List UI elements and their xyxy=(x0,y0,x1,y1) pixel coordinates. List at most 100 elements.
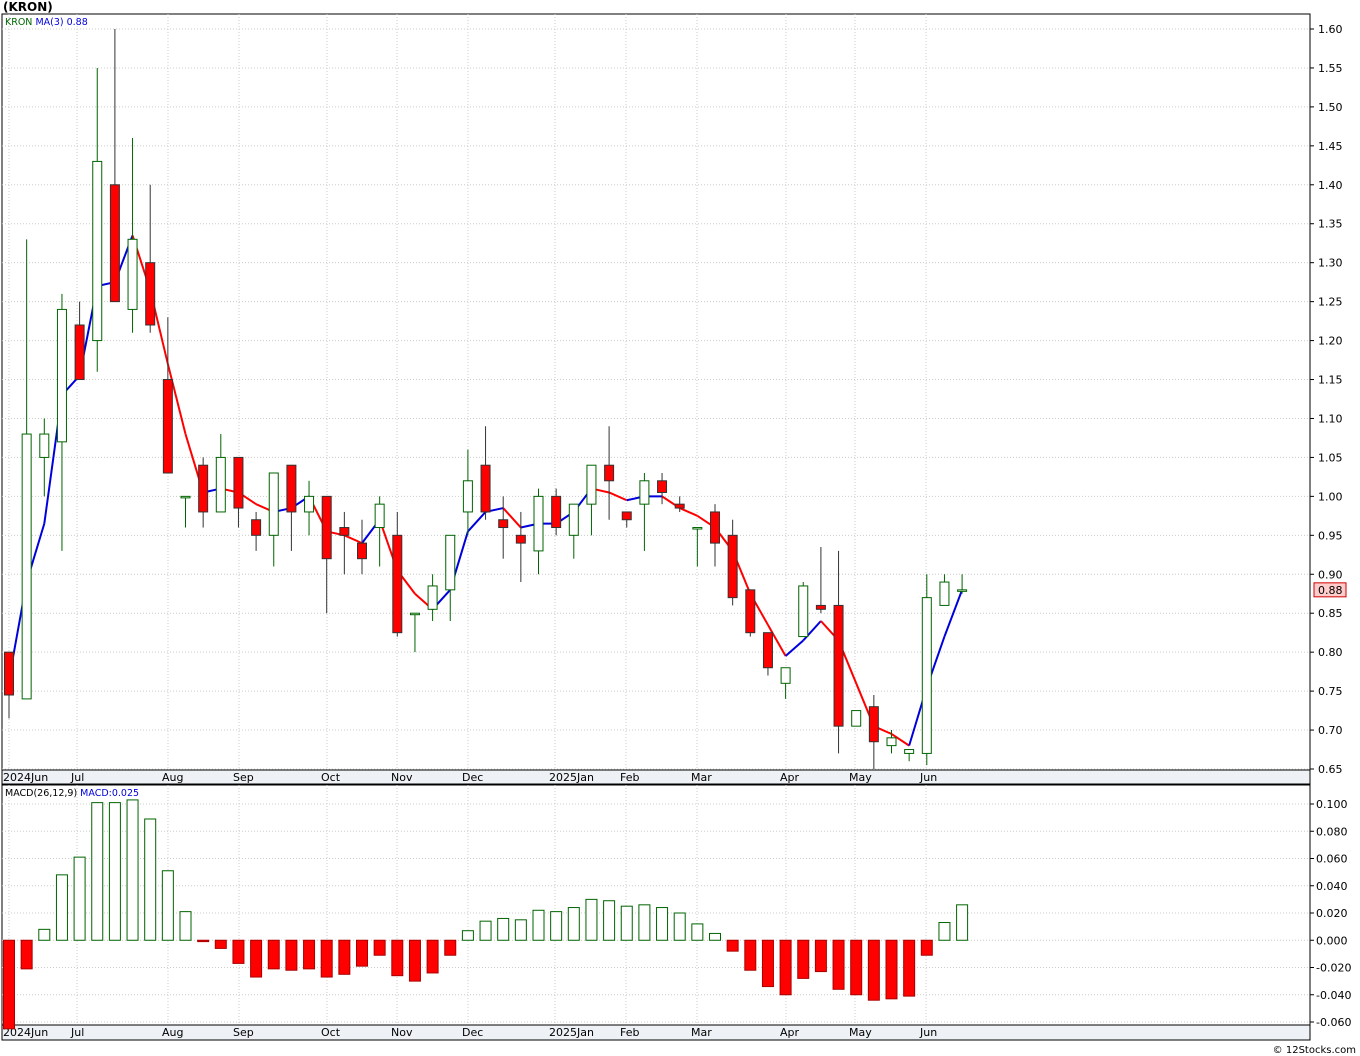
candle-body xyxy=(109,184,120,303)
macd-bar xyxy=(91,802,104,941)
candle-body xyxy=(233,456,244,509)
macd-tick-label: -0.020 xyxy=(1316,962,1351,975)
candle-body xyxy=(604,464,615,482)
price-xaxis-label: 2025Jan xyxy=(549,771,594,784)
macd-bar xyxy=(920,939,933,956)
macd-bar xyxy=(408,939,421,982)
candle-body xyxy=(304,495,315,513)
macd-bar xyxy=(497,917,510,941)
macd-tick-label: 0.020 xyxy=(1316,907,1348,920)
macd-bar xyxy=(144,818,157,941)
candle-body xyxy=(815,604,826,610)
macd-bar xyxy=(356,939,368,967)
macd-bar xyxy=(620,905,633,941)
macd-bar xyxy=(726,939,739,952)
price-tick-label: 1.20 xyxy=(1318,335,1343,348)
candle-body xyxy=(904,749,915,754)
legend-macd-label: MACD(26,12,9) xyxy=(5,788,80,799)
price-tick-label: 1.30 xyxy=(1318,257,1343,270)
macd-xaxis-label: Mar xyxy=(691,1026,712,1039)
macd-bar xyxy=(550,911,563,941)
macd-bar xyxy=(108,802,121,941)
candle-body xyxy=(939,581,950,606)
candle-body xyxy=(657,480,668,493)
macd-bar xyxy=(709,932,721,941)
macd-xaxis-label: Jul xyxy=(70,1026,84,1039)
candle-body xyxy=(162,379,173,474)
candle-body xyxy=(4,651,14,696)
macd-bar xyxy=(73,856,86,941)
price-xaxis-label: Aug xyxy=(162,771,183,784)
macd-bar xyxy=(338,939,351,975)
macd-bar xyxy=(832,939,845,990)
macd-bar xyxy=(250,939,263,978)
macd-bar xyxy=(638,904,651,941)
price-tick-label: 0.75 xyxy=(1318,685,1343,698)
price-xaxis-label: May xyxy=(849,771,872,784)
macd-bar xyxy=(656,907,669,941)
price-tick-label: 1.35 xyxy=(1318,218,1343,231)
macd-bar xyxy=(673,912,686,941)
chart-svg: 1.60 1.55 1.50 1.45 1.40 1.35 1.30 1.25 1.20 1.15… xyxy=(1,13,1351,1041)
candle-body xyxy=(357,542,367,560)
price-tick-label: 0.65 xyxy=(1318,763,1343,776)
macd-bar xyxy=(197,939,210,943)
price-xaxis-label: 2024Jun xyxy=(3,771,48,784)
macd-bar xyxy=(532,909,545,941)
macd-tick-label: 0.000 xyxy=(1316,934,1348,947)
macd-xaxis-label: 2025Jan xyxy=(549,1026,594,1039)
macd-bar xyxy=(320,939,333,978)
macd-tick-label: -0.060 xyxy=(1316,1016,1351,1029)
macd-bar xyxy=(691,923,704,941)
price-tick-label: 0.70 xyxy=(1318,724,1343,737)
macd-xaxis-label: Apr xyxy=(780,1026,800,1039)
candle-body xyxy=(392,534,403,634)
candle-body xyxy=(127,238,138,310)
macd-tick-label: 0.040 xyxy=(1316,880,1348,893)
candle-body xyxy=(745,589,756,634)
macd-bar xyxy=(850,939,863,996)
candle xyxy=(745,589,756,637)
macd-bar xyxy=(232,939,245,964)
candle-body xyxy=(551,495,562,529)
candle-body xyxy=(462,480,473,513)
price-tick-label: 0.90 xyxy=(1318,568,1343,581)
macd-bar xyxy=(885,939,898,1000)
macd-bar xyxy=(761,939,774,988)
candle-body xyxy=(286,464,297,513)
candle-body xyxy=(374,503,385,529)
candle-body xyxy=(515,534,526,544)
macd-xaxis-label: Aug xyxy=(162,1026,183,1039)
candle-body xyxy=(798,585,809,638)
macd-bar xyxy=(867,939,880,1001)
candle-body xyxy=(727,534,738,599)
candle-body xyxy=(480,464,491,513)
price-panel-frame xyxy=(1,13,1311,785)
macd-bar xyxy=(479,920,492,941)
macd-xaxis-band xyxy=(1,1024,1311,1041)
candle-body xyxy=(74,324,85,381)
candle-body xyxy=(180,495,191,499)
price-xaxis-label: Nov xyxy=(391,771,413,784)
candle-body xyxy=(498,519,509,529)
macd-bar xyxy=(426,939,439,974)
candle xyxy=(921,574,932,766)
price-xaxis-label: Sep xyxy=(233,771,254,784)
macd-bar xyxy=(161,870,174,941)
candle-body xyxy=(198,464,209,513)
last-price-label: 0.88 xyxy=(1318,584,1343,597)
candle-body xyxy=(427,585,438,610)
macd-bar xyxy=(938,922,951,941)
macd-tick-label: -0.040 xyxy=(1316,989,1351,1002)
candle-body xyxy=(145,262,156,326)
macd-bar xyxy=(20,939,33,970)
macd-bar xyxy=(461,930,474,941)
price-tick-label: 1.00 xyxy=(1318,490,1343,503)
price-xaxis-band xyxy=(1,769,1311,785)
candle xyxy=(798,582,809,638)
price-tick-label: 1.55 xyxy=(1318,62,1343,75)
macd-bar xyxy=(585,898,598,941)
price-tick-label: 1.15 xyxy=(1318,374,1343,387)
macd-xaxis-label: Nov xyxy=(391,1026,413,1039)
candle-body xyxy=(833,604,844,727)
